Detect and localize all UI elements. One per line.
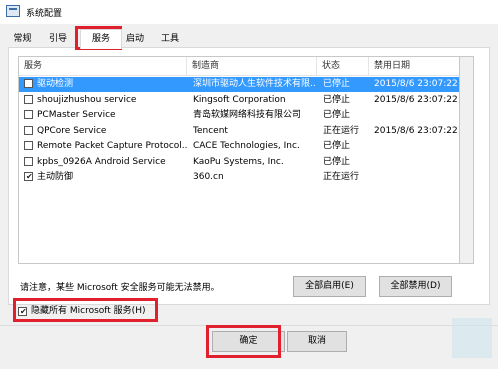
ok-button[interactable]: 确定	[212, 331, 285, 352]
tab-tools[interactable]: 工具	[153, 30, 187, 48]
service-name: Remote Packet Capture Protocol...	[37, 141, 187, 151]
service-disable-date	[374, 108, 459, 123]
microsoft-services-note: 请注意，某些 Microsoft 安全服务可能无法禁用。	[20, 283, 220, 293]
service-name: PCMaster Service	[37, 110, 116, 120]
service-status: 已停止	[323, 110, 351, 120]
service-checkbox[interactable]	[24, 125, 33, 135]
service-name: shoujizhushou service	[37, 94, 137, 105]
service-vendor: Kingsoft Corporation	[193, 94, 286, 105]
list-header: 服务 制造商 状态 禁用日期	[19, 57, 459, 76]
bottom-separator	[0, 325, 498, 326]
service-vendor: Tencent	[193, 125, 228, 136]
service-checkbox[interactable]: ✔	[24, 172, 33, 181]
service-status: 已停止	[323, 156, 351, 167]
service-name: 驱动检测	[37, 79, 74, 89]
cancel-button[interactable]: 取消	[287, 331, 347, 352]
service-row[interactable]: 驱动检测 深圳市驱动人生软件技术有限... 已停止 2015/8/6 23:07…	[19, 77, 459, 92]
service-checkbox[interactable]	[24, 141, 33, 150]
service-status: 正在运行	[323, 172, 360, 182]
column-header-vendor[interactable]: 制造商	[187, 57, 317, 75]
service-vendor: 青岛软媒网络科技有限公司	[193, 110, 302, 120]
hide-microsoft-services-label[interactable]: 隐藏所有 Microsoft 服务(H)	[31, 305, 145, 318]
service-checkbox[interactable]	[24, 94, 33, 104]
service-status: 已停止	[323, 141, 351, 151]
column-header-status[interactable]: 状态	[317, 57, 369, 75]
watermark-icon	[452, 318, 492, 358]
window-title: 系统配置	[26, 9, 63, 19]
service-vendor: CACE Technologies, Inc.	[193, 141, 300, 151]
checkmark-icon: ✔	[20, 307, 27, 316]
msconfig-app-icon	[6, 5, 20, 17]
service-disable-date	[374, 170, 459, 185]
hide-microsoft-services-checkbox[interactable]: ✔	[18, 307, 27, 316]
disable-all-button[interactable]: 全部禁用(D)	[379, 276, 452, 297]
service-disable-date	[374, 155, 459, 170]
service-row[interactable]: shoujizhushou service Kingsoft Corporati…	[19, 93, 459, 108]
tab-services[interactable]: 服务	[80, 29, 122, 49]
tab-general[interactable]: 常规	[8, 30, 37, 48]
service-disable-date: 2015/8/6 23:07:22	[374, 125, 458, 136]
service-name: kpbs_0926A Android Service	[37, 156, 166, 167]
service-checkbox[interactable]	[24, 79, 33, 88]
service-disable-date	[374, 139, 459, 154]
service-row[interactable]: Remote Packet Capture Protocol... CACE T…	[19, 139, 459, 154]
service-checkbox[interactable]	[24, 110, 33, 119]
service-status: 已停止	[323, 79, 351, 89]
service-disable-date: 2015/8/6 23:07:22	[374, 94, 458, 105]
service-disable-date: 2015/8/6 23:07:22	[374, 79, 458, 89]
tab-boot[interactable]: 引导	[41, 30, 75, 48]
service-row[interactable]: PCMaster Service 青岛软媒网络科技有限公司 已停止	[19, 108, 459, 123]
service-row[interactable]: QPCore Service Tencent 正在运行 2015/8/6 23:…	[19, 124, 459, 139]
service-status: 正在运行	[323, 125, 360, 136]
service-vendor: 深圳市驱动人生软件技术有限...	[193, 79, 315, 89]
enable-all-button[interactable]: 全部启用(E)	[293, 276, 366, 297]
service-row[interactable]: kpbs_0926A Android Service KaoPu Systems…	[19, 155, 459, 170]
service-name: 主动防御	[37, 172, 74, 182]
service-vendor: KaoPu Systems, Inc.	[193, 156, 284, 167]
checkmark-icon: ✔	[26, 172, 33, 181]
service-name: QPCore Service	[37, 125, 107, 136]
service-checkbox[interactable]	[24, 156, 33, 166]
list-vertical-scrollbar[interactable]	[460, 56, 474, 264]
column-header-disable-date[interactable]: 禁用日期	[369, 57, 459, 75]
service-row[interactable]: ✔ 主动防御 360.cn 正在运行	[19, 170, 459, 185]
services-list[interactable]: 服务 制造商 状态 禁用日期 驱动检测 深圳市驱动人生软件技术有限... 已停止…	[18, 56, 460, 264]
title-bar: 系统配置	[0, 0, 498, 24]
service-vendor: 360.cn	[193, 172, 224, 182]
tab-startup[interactable]: 启动	[120, 30, 150, 48]
column-header-service[interactable]: 服务	[19, 57, 187, 75]
service-status: 已停止	[323, 94, 351, 105]
